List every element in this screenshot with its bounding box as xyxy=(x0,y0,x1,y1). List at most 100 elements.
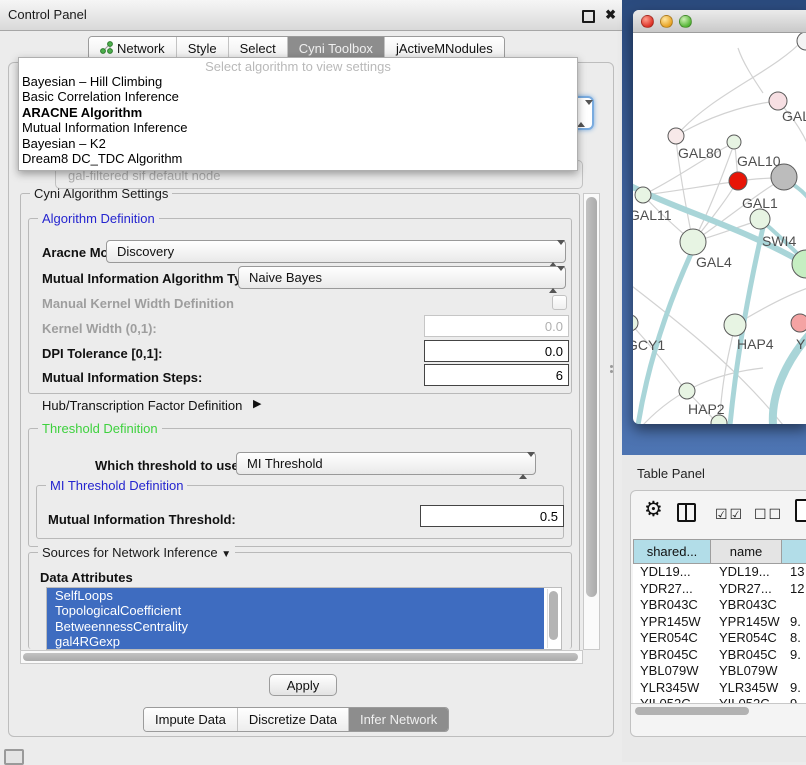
sources-group-title[interactable]: Sources for Network Inference ▼ xyxy=(38,545,235,560)
apply-button[interactable]: Apply xyxy=(269,674,337,696)
network-node[interactable] xyxy=(792,250,806,278)
algorithm-dropdown-popup: Select algorithm to view settings Bayesi… xyxy=(18,57,578,171)
tab-impute-data[interactable]: Impute Data xyxy=(144,708,237,731)
scrollbar-thumb[interactable] xyxy=(549,591,558,640)
float-window-icon[interactable] xyxy=(582,10,595,23)
threshold-definition-title: Threshold Definition xyxy=(38,421,162,436)
mi-type-value: Naive Bayes xyxy=(239,270,322,285)
gear-icon[interactable]: ⚙ xyxy=(644,497,663,522)
attributes-scrollbar[interactable] xyxy=(547,589,560,648)
table-row[interactable]: YIL052CYIL052C9 xyxy=(633,696,806,703)
table-row[interactable]: YBR043CYBR043C xyxy=(633,597,806,614)
settings-horizontal-scrollbar[interactable] xyxy=(20,650,583,664)
mi-type-label: Mutual Information Algorithm Type: xyxy=(42,271,261,286)
mi-steps-field[interactable] xyxy=(424,364,569,386)
aracne-mode-value: Discovery xyxy=(107,244,174,259)
node-label: GCY1 xyxy=(633,337,665,353)
algorithm-definition-title: Algorithm Definition xyxy=(38,211,159,226)
table-horizontal-scrollbar[interactable] xyxy=(631,703,806,718)
column-header-clipped[interactable] xyxy=(782,539,806,564)
dpi-tolerance-label: DPI Tolerance [0,1]: xyxy=(42,346,162,361)
kernel-width-field[interactable] xyxy=(424,315,569,337)
checked-columns-icon[interactable]: ☑☑ xyxy=(715,506,744,523)
network-canvas[interactable]: GAL80GAL10GALGAL1GAL11GAL4SWI4HAP4YGCY1H… xyxy=(633,33,806,424)
dpi-tolerance-field[interactable] xyxy=(424,340,569,362)
network-node[interactable] xyxy=(633,315,638,331)
aracne-mode-combo[interactable]: Discovery xyxy=(106,240,566,263)
algorithm-option[interactable]: Basic Correlation Inference xyxy=(19,89,577,104)
scrollbar-thumb[interactable] xyxy=(23,653,578,661)
network-node[interactable] xyxy=(724,314,746,336)
network-node[interactable] xyxy=(668,128,684,144)
network-nodes[interactable] xyxy=(633,33,806,424)
node-label: GAL xyxy=(782,108,806,124)
which-threshold-label: Which threshold to use: xyxy=(95,458,243,473)
algorithm-options-list: Bayesian – Hill ClimbingBasic Correlatio… xyxy=(19,74,577,166)
network-node[interactable] xyxy=(750,209,770,229)
table-row[interactable]: YBL079WYBL079W xyxy=(633,663,806,680)
mi-threshold-field[interactable] xyxy=(420,505,564,527)
page-icon[interactable] xyxy=(795,499,806,522)
sources-title-text: Sources for Network Inference xyxy=(42,545,218,560)
table-row[interactable]: YDR27...YDR27...12 xyxy=(633,581,806,598)
algorithm-option[interactable]: Mutual Information Inference xyxy=(19,120,577,135)
tab-infer-network[interactable]: Infer Network xyxy=(348,708,448,731)
scrollbar-thumb[interactable] xyxy=(586,197,597,597)
algorithm-option[interactable]: Bayesian – Hill Climbing xyxy=(19,74,577,89)
column-header-name[interactable]: name xyxy=(711,539,782,564)
table-row[interactable]: YLR345WYLR345W9. xyxy=(633,680,806,697)
table-row[interactable]: YPR145WYPR145W9. xyxy=(633,614,806,631)
which-threshold-value: MI Threshold xyxy=(237,456,323,471)
network-window-titlebar[interactable] xyxy=(633,10,806,33)
network-node[interactable] xyxy=(680,229,706,255)
network-node[interactable] xyxy=(797,33,806,50)
control-panel-window: Control Panel ✖ Network Style Select Cyn… xyxy=(0,0,622,762)
algorithm-option[interactable]: ARACNE Algorithm xyxy=(19,105,577,120)
table-cell: YDR27... xyxy=(711,581,782,598)
control-panel-titlebar: Control Panel ✖ xyxy=(0,0,622,31)
table-cell: YLR345W xyxy=(711,680,782,697)
tab-label: Impute Data xyxy=(155,712,226,727)
scrollbar-thumb[interactable] xyxy=(635,707,749,715)
zoom-traffic-light-icon[interactable] xyxy=(679,15,692,28)
expand-arrow-icon[interactable]: ▶ xyxy=(253,397,261,410)
attribute-item-selected[interactable]: BetweennessCentrality xyxy=(47,619,544,634)
network-view-window[interactable]: GAL80GAL10GALGAL1GAL11GAL4SWI4HAP4YGCY1H… xyxy=(633,10,806,424)
table-cell: YER054C xyxy=(711,630,782,647)
tab-discretize-data[interactable]: Discretize Data xyxy=(237,708,348,731)
network-node[interactable] xyxy=(679,383,695,399)
algorithm-option[interactable]: Bayesian – K2 xyxy=(19,136,577,151)
table-row[interactable]: YDL19...YDL19...13 xyxy=(633,564,806,581)
close-traffic-light-icon[interactable] xyxy=(641,15,654,28)
network-node[interactable] xyxy=(729,172,747,190)
table-row[interactable]: YBR045CYBR045C9. xyxy=(633,647,806,664)
close-icon[interactable]: ✖ xyxy=(605,0,616,30)
table-cell: YBL079W xyxy=(711,663,782,680)
network-node[interactable] xyxy=(791,314,806,332)
manual-kernel-checkbox[interactable] xyxy=(552,295,567,310)
table-cell: YBR043C xyxy=(711,597,782,614)
attribute-item-selected[interactable]: TopologicalCoefficient xyxy=(47,603,544,618)
column-view-icon[interactable] xyxy=(677,503,696,522)
node-label: GAL1 xyxy=(742,195,778,211)
column-header-shared-name[interactable]: shared... xyxy=(633,539,711,564)
minimized-panel-icon[interactable] xyxy=(4,749,24,765)
tab-label: Network xyxy=(117,41,165,56)
data-attributes-list: SelfLoopsTopologicalCoefficientBetweenne… xyxy=(46,587,562,650)
network-icon xyxy=(100,41,113,57)
unchecked-columns-icon[interactable]: ☐☐ xyxy=(754,506,783,523)
algorithm-option[interactable]: Dream8 DC_TDC Algorithm xyxy=(19,151,577,166)
panel-resize-grip[interactable] xyxy=(610,365,615,374)
network-node[interactable] xyxy=(727,135,741,149)
attribute-item-selected[interactable]: gal4RGexp xyxy=(47,634,544,649)
hub-definition-toggle[interactable]: Hub/Transcription Factor Definition xyxy=(42,398,242,413)
network-node[interactable] xyxy=(635,187,651,203)
table-panel-title: Table Panel xyxy=(637,466,705,481)
settings-vertical-scrollbar[interactable] xyxy=(583,193,600,650)
attribute-item-selected[interactable]: SelfLoops xyxy=(47,588,544,603)
mi-type-combo[interactable]: Naive Bayes xyxy=(238,266,566,289)
which-threshold-combo[interactable]: MI Threshold xyxy=(236,452,536,475)
minimize-traffic-light-icon[interactable] xyxy=(660,15,673,28)
table-row[interactable]: YER054CYER054C8. xyxy=(633,630,806,647)
dropdown-prompt: Select algorithm to view settings xyxy=(19,59,577,74)
